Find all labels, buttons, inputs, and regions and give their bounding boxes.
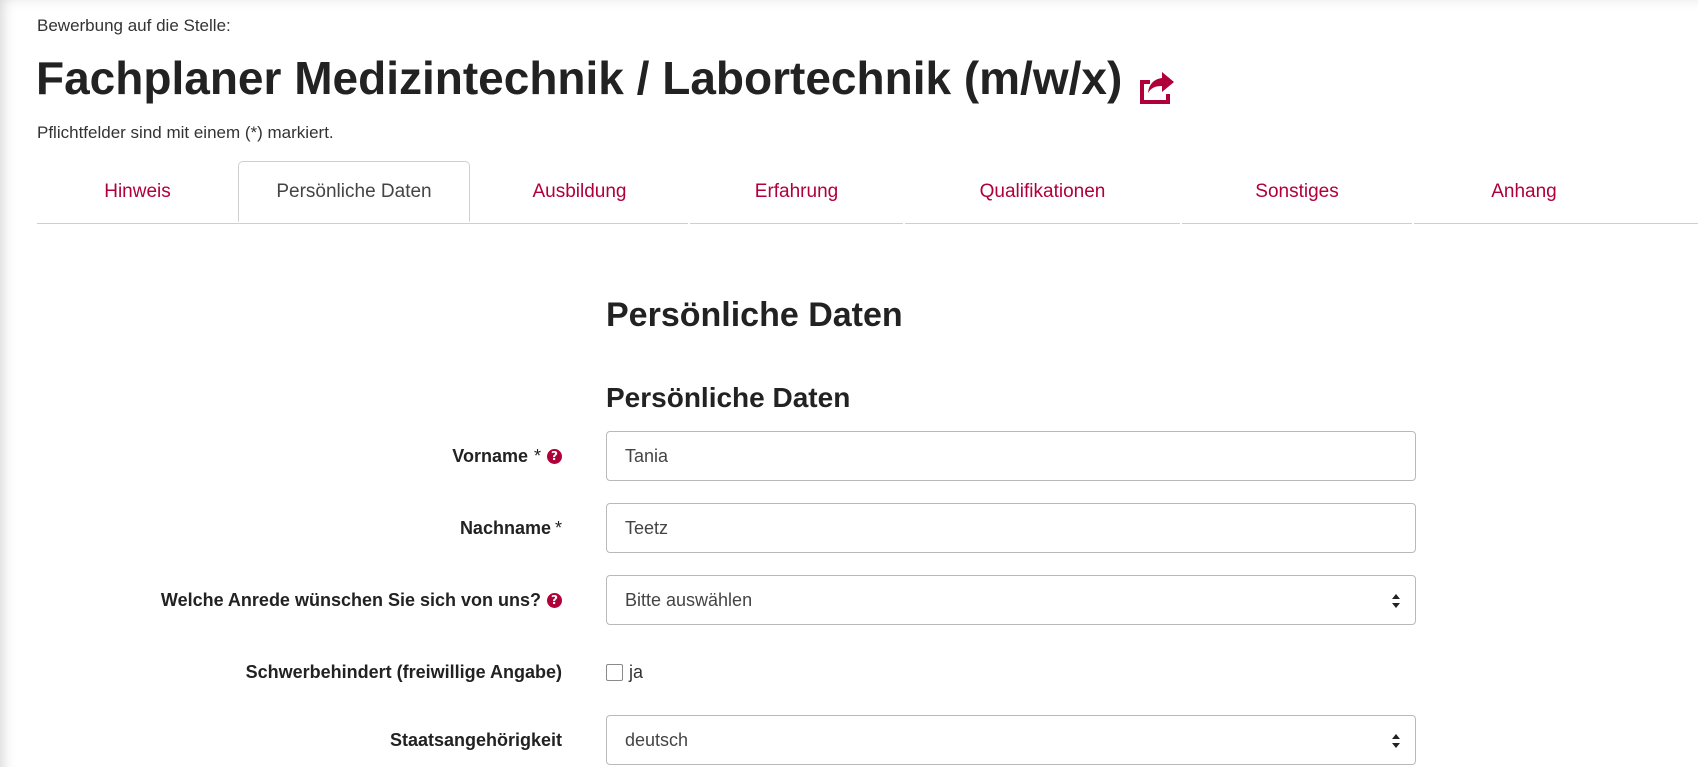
schwerbehindert-option: ja	[606, 647, 643, 697]
tab-sonstiges[interactable]: Sonstiges	[1181, 161, 1413, 223]
field-row-schwerbehindert: Schwerbehindert (freiwillige Angabe) ja	[0, 647, 1698, 697]
tab-qualifikationen[interactable]: Qualifikationen	[904, 161, 1181, 223]
tab-divider	[1180, 223, 1182, 224]
schwerbehindert-checkbox[interactable]	[606, 663, 623, 681]
anrede-label: Welche Anrede wünschen Sie sich von uns?…	[161, 575, 562, 625]
tab-divider	[688, 223, 690, 224]
tab-divider	[903, 223, 905, 224]
nachname-label: Nachname *	[460, 503, 562, 553]
tab-persoenliche-daten[interactable]: Persönliche Daten	[238, 161, 470, 222]
staatsangehoerigkeit-label: Staatsangehörigkeit	[390, 715, 562, 765]
anrede-select-value: Bitte auswählen	[625, 589, 753, 610]
subsection-title: Persönliche Daten	[606, 382, 851, 413]
required-fields-hint: Pflichtfelder sind mit einem (*) markier…	[37, 123, 334, 142]
tab-anhang[interactable]: Anhang	[1413, 161, 1635, 223]
application-kicker: Bewerbung auf die Stelle:	[37, 16, 231, 35]
anrede-select[interactable]: Bitte auswählen	[606, 575, 1416, 625]
field-row-staatsangehoerigkeit: Staatsangehörigkeit deutsch	[0, 715, 1698, 765]
anrede-label-text: Welche Anrede wünschen Sie sich von uns?	[160, 589, 541, 610]
schwerbehindert-label: Schwerbehindert (freiwillige Angabe)	[246, 647, 562, 697]
select-arrows-icon	[1392, 594, 1400, 608]
field-row-nachname: Nachname *	[0, 503, 1698, 553]
staatsangehoerigkeit-select-value: deutsch	[625, 729, 689, 750]
tab-hinweis[interactable]: Hinweis	[37, 161, 238, 223]
vorname-input[interactable]	[606, 431, 1416, 481]
page-title: Fachplaner Medizintechnik / Labortechnik…	[36, 48, 1176, 108]
required-marker: *	[554, 517, 562, 538]
checkbox-option-label: ja	[629, 661, 644, 682]
tab-bar: Hinweis Persönliche Daten Ausbildung Erf…	[37, 161, 1698, 224]
vorname-label-text: Vorname	[452, 445, 528, 466]
schwerbehindert-label-text: Schwerbehindert (freiwillige Angabe)	[245, 661, 562, 682]
select-arrows-icon	[1392, 734, 1400, 748]
section-title: Persönliche Daten	[606, 296, 903, 334]
share-square-icon[interactable]	[1136, 60, 1176, 104]
nachname-input[interactable]	[606, 503, 1416, 553]
question-circle-icon[interactable]: ?	[547, 592, 562, 608]
field-row-vorname: Vorname * ?	[0, 431, 1698, 481]
tab-divider	[1412, 223, 1414, 224]
field-row-anrede: Welche Anrede wünschen Sie sich von uns?…	[0, 575, 1698, 625]
question-circle-icon[interactable]: ?	[547, 448, 562, 464]
job-title: Fachplaner Medizintechnik / Labortechnik…	[36, 52, 1123, 104]
tab-ausbildung[interactable]: Ausbildung	[470, 161, 689, 223]
required-marker: *	[533, 445, 541, 466]
tab-erfahrung[interactable]: Erfahrung	[689, 161, 904, 223]
staatsangehoerigkeit-label-text: Staatsangehörigkeit	[389, 729, 562, 750]
staatsangehoerigkeit-select[interactable]: deutsch	[606, 715, 1416, 765]
vorname-label: Vorname * ?	[452, 431, 562, 481]
nachname-label-text: Nachname	[459, 517, 551, 538]
